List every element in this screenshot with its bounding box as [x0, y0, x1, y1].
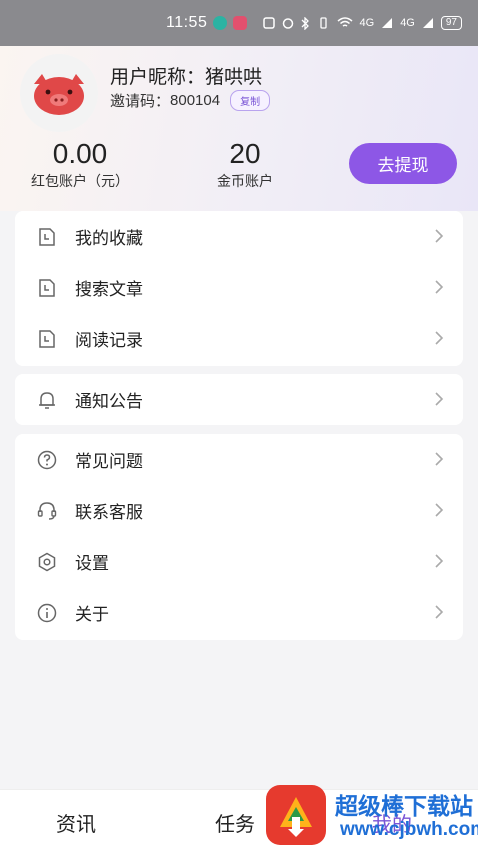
menu-item-label: 常见问题: [75, 452, 143, 471]
nav-news[interactable]: 资讯: [56, 808, 96, 837]
menu-card-notice: 通知公告: [15, 374, 463, 425]
avatar[interactable]: [20, 54, 98, 132]
battery-indicator: 97: [440, 16, 462, 30]
alarm-icon: [282, 18, 293, 29]
nfc-icon: [262, 17, 275, 29]
invite-code-row: 邀请码： 800104 复制: [110, 90, 271, 111]
menu-item-label: 设置: [75, 554, 109, 573]
chevron-right-icon: [435, 229, 444, 243]
invite-code-label: 邀请码：: [110, 93, 171, 110]
menu-item-label: 阅读记录: [75, 331, 143, 350]
signal-icon: [382, 18, 393, 28]
status-bar: 11:55 4G 4G 97: [0, 0, 478, 46]
copy-button[interactable]: 复制: [230, 90, 271, 111]
menu-item-label: 关于: [75, 605, 109, 624]
chevron-right-icon: [435, 554, 444, 568]
chevron-right-icon: [435, 452, 444, 466]
menu-item-label: 搜索文章: [75, 280, 143, 299]
chevron-right-icon: [435, 331, 444, 345]
chevron-right-icon: [435, 605, 444, 619]
menu-item-about[interactable]: 关于: [15, 587, 463, 638]
chevron-right-icon: [435, 392, 444, 406]
menu-item-reading-history[interactable]: 阅读记录: [15, 313, 463, 364]
vibrate-icon: [319, 17, 327, 29]
status-indicators: 4G 4G 97: [262, 16, 462, 30]
invite-code-value: 800104: [170, 92, 221, 109]
signal-icon: [422, 18, 433, 28]
menu-item-label: 联系客服: [75, 503, 143, 522]
menu-item-settings[interactable]: 设置: [15, 536, 463, 587]
menu-item-label: 我的收藏: [75, 229, 143, 248]
nickname-label: 用户昵称：: [110, 67, 206, 88]
bluetooth-icon: [301, 16, 309, 30]
coin-value: 20: [229, 138, 261, 169]
menu-card-help: 常见问题 联系客服 设置 关于: [15, 434, 463, 640]
question-icon: [37, 450, 57, 470]
headset-icon: [37, 502, 57, 520]
document-icon: [39, 279, 55, 297]
watermark: 超级棒下载站 www.cjbwh.com: [264, 781, 478, 850]
profile-header: 用户昵称：猪哄哄 邀请码： 800104 复制 0.00 红包账户（元） 20 …: [0, 46, 478, 211]
signal-2-label: 4G: [400, 17, 415, 29]
menu-card-content: 我的收藏 搜索文章 阅读记录: [15, 211, 463, 366]
menu-item-search-articles[interactable]: 搜索文章: [15, 262, 463, 313]
withdraw-button[interactable]: 去提现: [349, 143, 457, 184]
bell-icon: [39, 392, 55, 409]
notification-app-icon: [213, 16, 228, 30]
red-packet-value: 0.00: [52, 138, 108, 169]
menu-item-label: 通知公告: [75, 392, 143, 411]
menu-item-customer-service[interactable]: 联系客服: [15, 485, 463, 536]
document-icon: [39, 228, 55, 246]
nickname: 用户昵称：猪哄哄: [110, 62, 262, 89]
menu-item-notices[interactable]: 通知公告: [15, 374, 463, 425]
chevron-right-icon: [435, 280, 444, 294]
red-packet-account[interactable]: 0.00 红包账户（元）: [18, 138, 142, 191]
wifi-icon: [337, 17, 352, 27]
notification-app-icon: [233, 16, 248, 30]
watermark-title: 超级棒下载站: [335, 793, 473, 819]
document-icon: [39, 330, 55, 348]
nav-tasks[interactable]: 任务: [215, 808, 255, 837]
coin-account[interactable]: 20 金币账户: [200, 138, 290, 191]
coin-label: 金币账户: [217, 173, 273, 189]
pig-avatar-icon: [20, 54, 98, 132]
settings-icon: [38, 552, 56, 572]
menu-item-faq[interactable]: 常见问题: [15, 434, 463, 485]
menu-item-favorites[interactable]: 我的收藏: [15, 211, 463, 262]
info-icon: [37, 603, 57, 623]
red-packet-label: 红包账户（元）: [31, 173, 129, 189]
watermark-logo-icon: [266, 785, 326, 845]
status-time: 11:55: [166, 14, 208, 31]
watermark-url: www.cjbwh.com: [340, 819, 478, 840]
chevron-right-icon: [435, 503, 444, 517]
signal-1-label: 4G: [359, 17, 375, 29]
nickname-value: 猪哄哄: [205, 67, 263, 88]
